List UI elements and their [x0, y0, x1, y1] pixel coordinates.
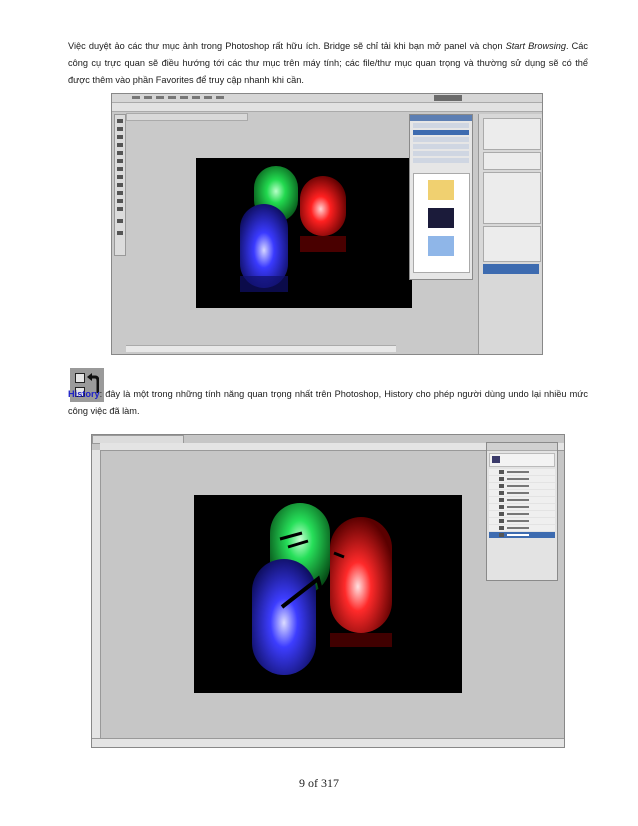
- history-keyword: History: [68, 389, 100, 399]
- history-step[interactable]: [489, 525, 555, 531]
- history-paragraph: History: đây là một trong những tính năn…: [68, 386, 588, 420]
- led-image-canvas-edited: [194, 495, 462, 693]
- tools-panel: [114, 114, 126, 256]
- page-number: 9 of 317: [299, 776, 339, 790]
- right-panels: [478, 114, 542, 354]
- history-step[interactable]: [489, 476, 555, 482]
- selected-layer: [483, 264, 539, 274]
- history-step[interactable]: [489, 483, 555, 489]
- start-browsing-emphasis: Start Browsing: [505, 41, 566, 51]
- history-step[interactable]: [489, 497, 555, 503]
- photoshop-history-screenshot: [91, 434, 565, 748]
- workspace-switcher: [434, 95, 462, 101]
- menu-bar: [112, 94, 542, 103]
- photoshop-bridge-screenshot: [111, 93, 543, 355]
- led-image-edited: [252, 503, 392, 675]
- document-tab: [126, 113, 248, 121]
- history-panel-header: [487, 443, 557, 451]
- history-text: : đây là một trong những tính năng quan …: [68, 389, 588, 416]
- led-image-canvas: [196, 158, 412, 308]
- bridge-thumbnails: [413, 173, 470, 273]
- options-bar: [112, 103, 542, 112]
- intro-text-before: Việc duyệt ảo các thư mục ảnh trong Phot…: [68, 41, 506, 51]
- ruler-vertical: [92, 450, 101, 738]
- history-step[interactable]: [489, 518, 555, 524]
- intro-paragraph: Việc duyệt ảo các thư mục ảnh trong Phot…: [68, 38, 588, 89]
- history-panel: [486, 442, 558, 581]
- history-step-active[interactable]: [489, 532, 555, 538]
- status-bar: [92, 738, 564, 747]
- status-bar: [126, 345, 396, 352]
- history-step[interactable]: [489, 504, 555, 510]
- mini-bridge-panel: [409, 114, 473, 280]
- history-step[interactable]: [489, 490, 555, 496]
- history-step[interactable]: [489, 511, 555, 517]
- led-image: [240, 166, 346, 292]
- history-snapshot[interactable]: [489, 453, 555, 467]
- history-step[interactable]: [489, 469, 555, 475]
